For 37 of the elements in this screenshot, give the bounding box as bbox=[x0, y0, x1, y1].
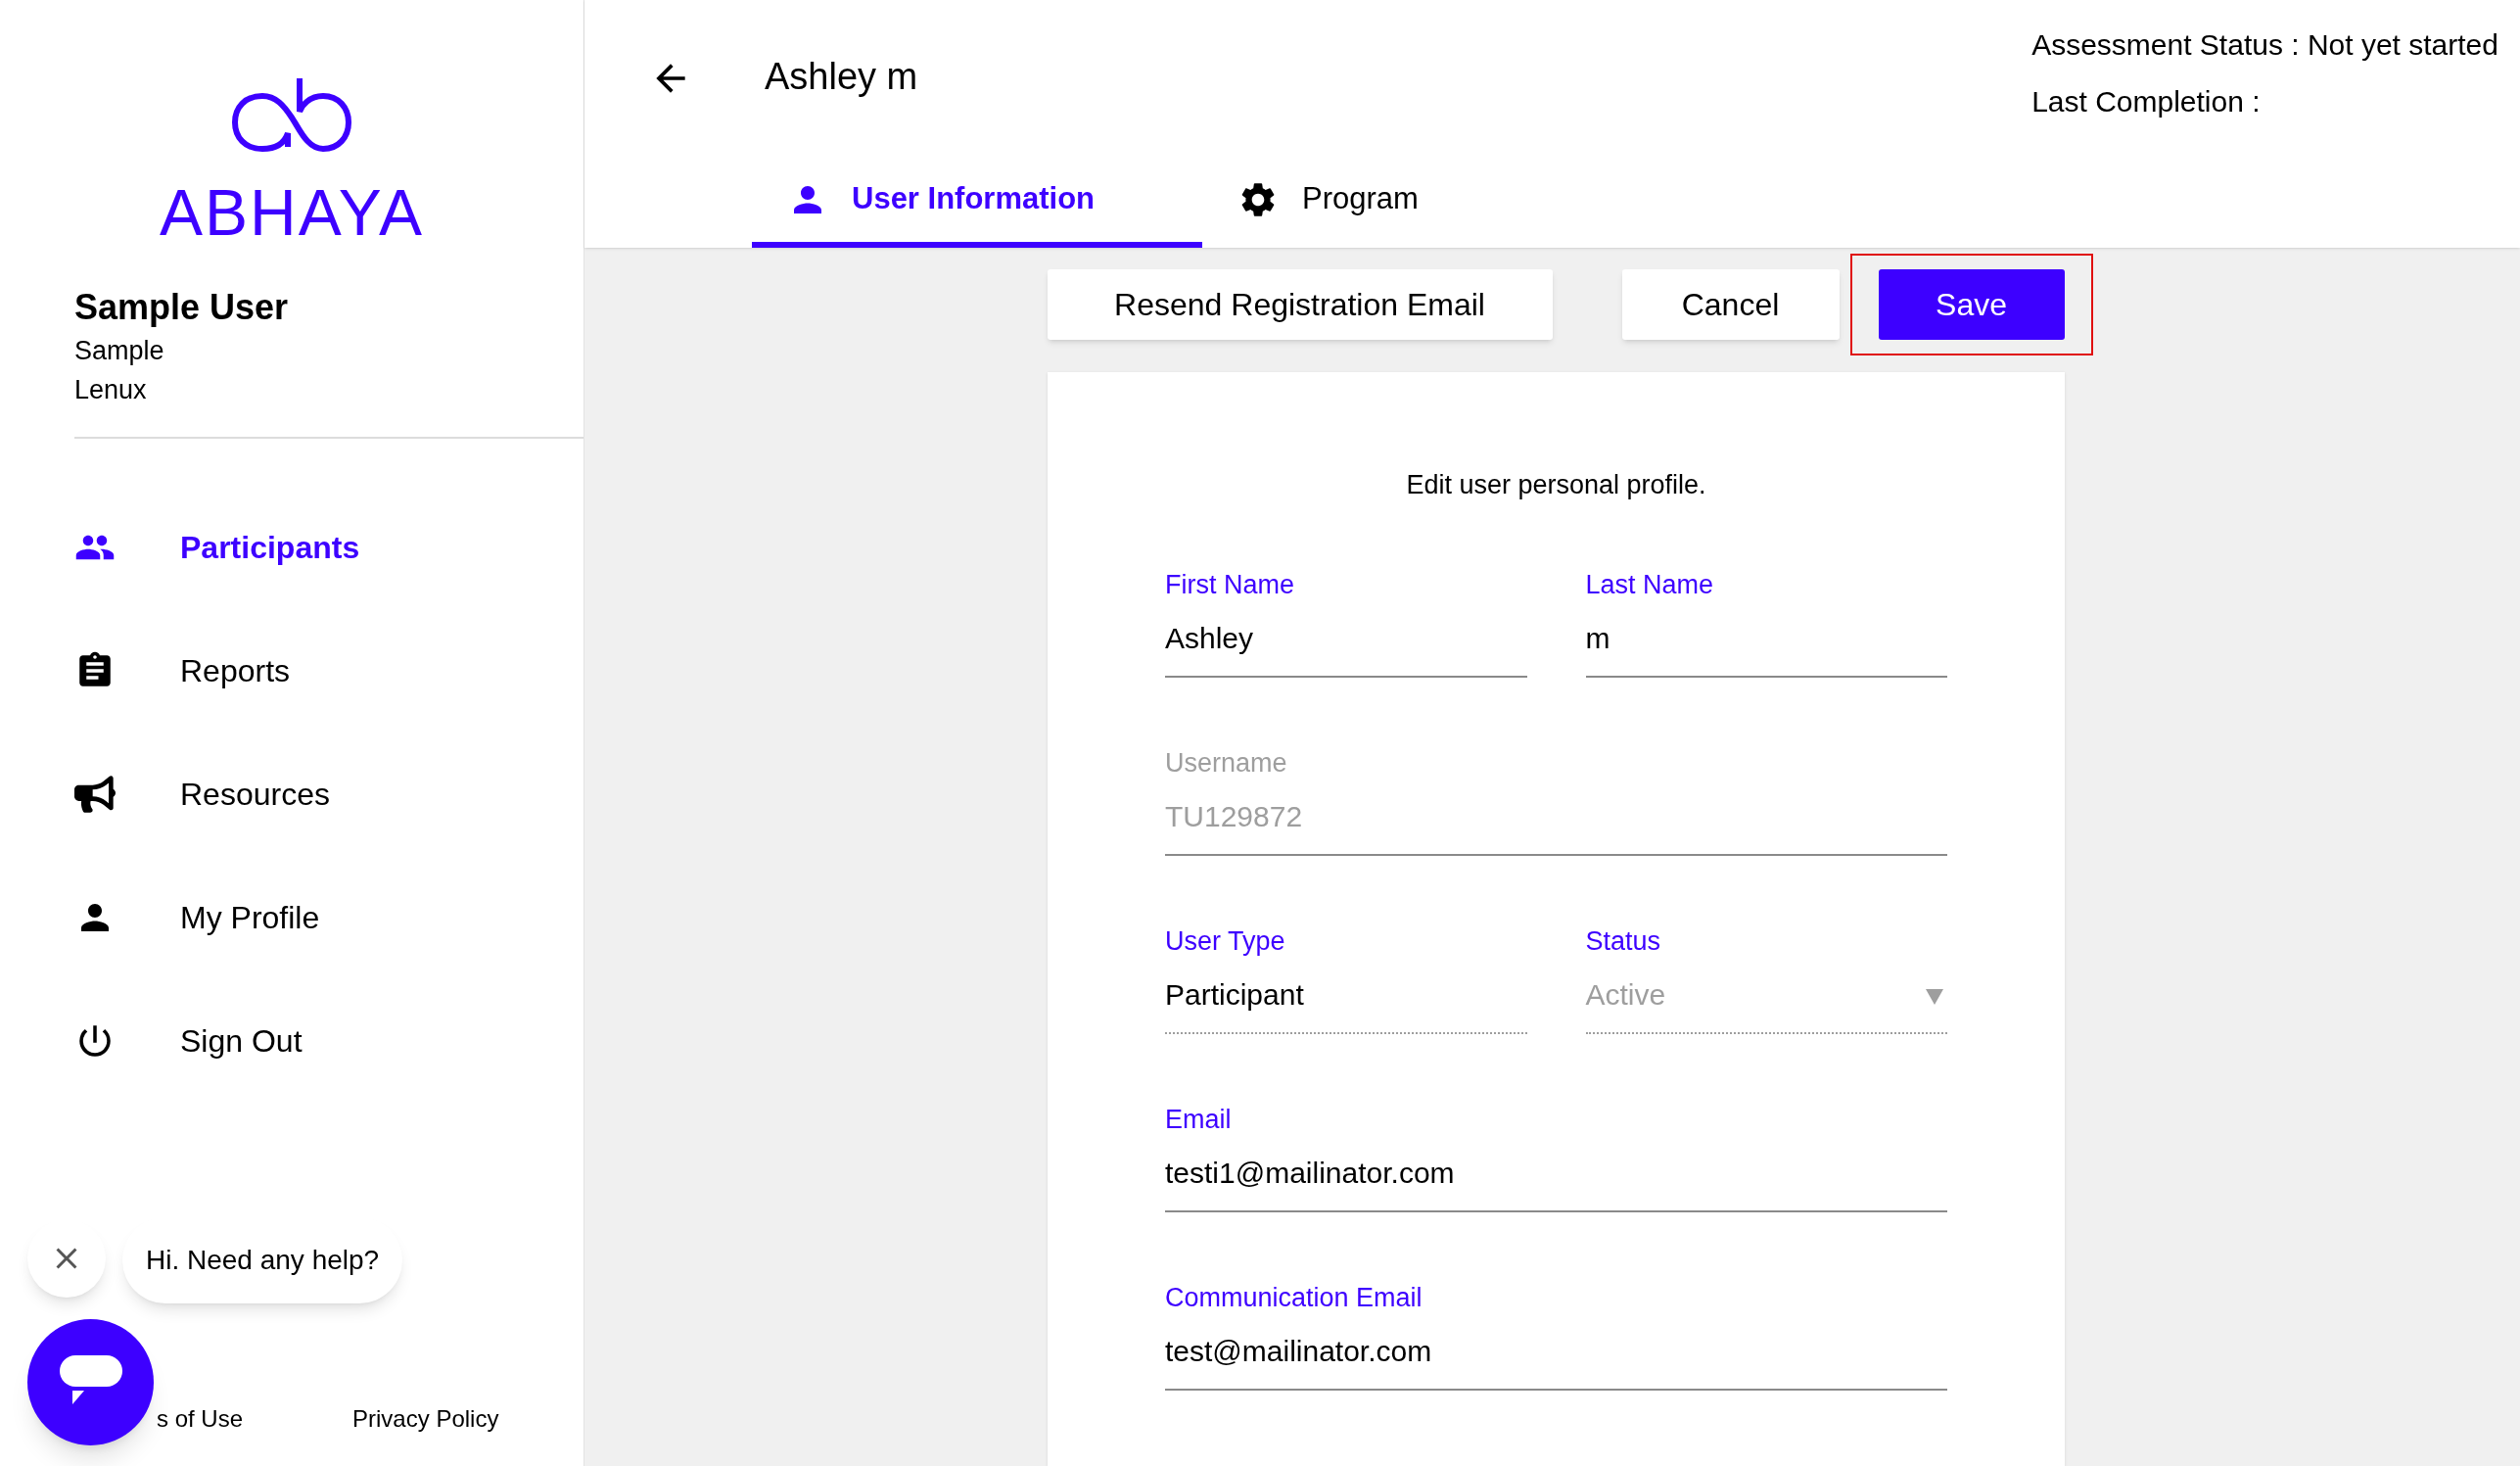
terms-link[interactable]: s of Use bbox=[157, 1401, 244, 1437]
field-label: Email bbox=[1165, 1103, 1233, 1136]
field-label: User Type bbox=[1165, 924, 1286, 958]
chat-bubble[interactable]: Hi. Need any help? bbox=[122, 1217, 403, 1303]
privacy-link[interactable]: Privacy Policy bbox=[352, 1401, 499, 1437]
nav-item[interactable]: Reports bbox=[0, 609, 583, 733]
user-name: Sample User bbox=[74, 286, 290, 329]
field-label: Communication Email bbox=[1165, 1281, 1423, 1314]
assessment-status: Assessment Status : Not yet started bbox=[2031, 27, 2498, 63]
field-label: Username bbox=[1165, 746, 1288, 780]
user-detail: Sample bbox=[74, 335, 165, 367]
input-field[interactable]: test@mailinator.com bbox=[1165, 1333, 1947, 1391]
page-title: Ashley m bbox=[765, 54, 918, 99]
tab[interactable]: User Information bbox=[752, 157, 1202, 248]
user-detail: Lenux bbox=[74, 374, 148, 406]
tab[interactable]: Program bbox=[1202, 157, 1454, 248]
form-heading: Edit user personal profile. bbox=[1406, 469, 1706, 501]
field-label: Status bbox=[1585, 924, 1662, 958]
nav-item[interactable]: Resources bbox=[0, 733, 583, 856]
resend-email-button[interactable]: Resend Registration Email bbox=[1047, 269, 1553, 340]
input-field[interactable]: Ashley bbox=[1165, 620, 1527, 678]
logo-text: ABHAYA bbox=[160, 180, 424, 245]
input-field[interactable]: Participant bbox=[1165, 976, 1527, 1034]
dropdown-arrow-icon bbox=[1926, 988, 1943, 1005]
save-button[interactable]: Save bbox=[1878, 269, 2065, 340]
nav-item[interactable]: Sign Out bbox=[0, 979, 583, 1103]
field-label: First Name bbox=[1165, 568, 1295, 601]
cancel-button[interactable]: Cancel bbox=[1621, 269, 1840, 340]
logo-icon bbox=[231, 76, 352, 155]
nav-item[interactable]: My Profile bbox=[0, 856, 583, 979]
last-completion: Last Completion : bbox=[2031, 84, 2262, 119]
megaphone-icon bbox=[74, 774, 116, 815]
input-field[interactable]: testi1@mailinator.com bbox=[1165, 1155, 1947, 1212]
input-field: TU129872 bbox=[1165, 798, 1947, 856]
input-field[interactable]: m bbox=[1585, 620, 1947, 678]
nav-item[interactable]: Participants bbox=[0, 486, 583, 609]
field-label: Last Name bbox=[1585, 568, 1715, 601]
